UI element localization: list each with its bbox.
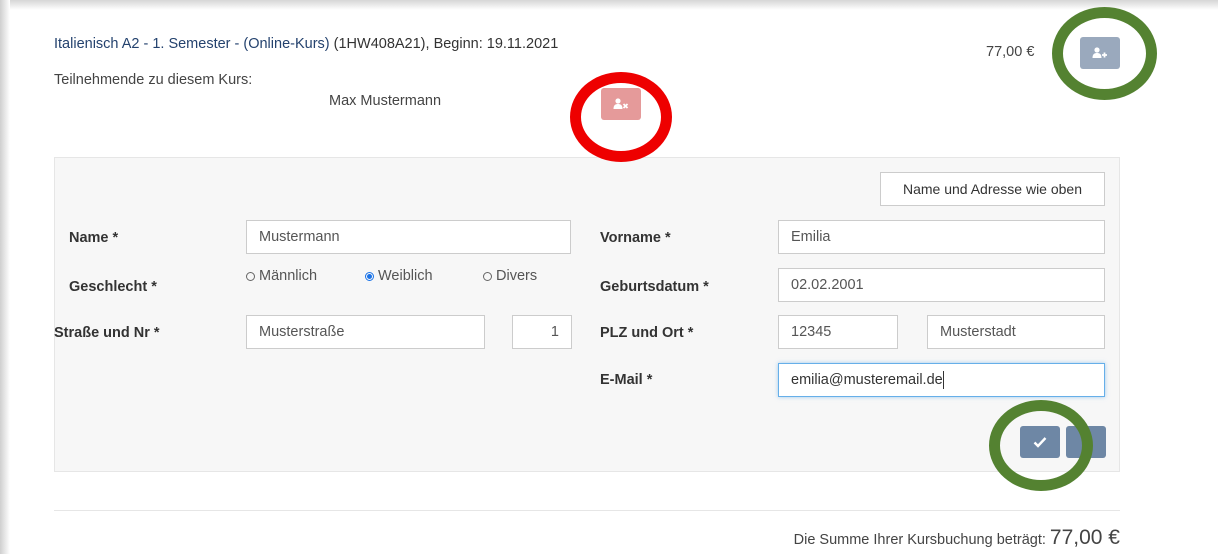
course-start: , Beginn: 19.11.2021 [425,36,559,52]
birthdate-field[interactable]: 02.02.2001 [778,268,1105,302]
course-code: (1HW408A21) [333,36,426,52]
user-add-icon [1092,47,1107,58]
check-icon [1033,437,1047,448]
booking-total-value: 77,00 € [1049,526,1120,549]
house-number-field[interactable]: 1 [512,315,572,349]
city-field[interactable]: Musterstadt [927,315,1105,349]
participant-name: Max Mustermann [329,93,442,109]
email-value: emilia@musteremail.de [791,372,943,388]
name-label: Name * [69,230,119,246]
more-icon [1084,435,1088,449]
zip-field[interactable]: 12345 [778,315,898,349]
radio-diverse[interactable] [483,271,492,281]
booking-total: Die Summe Ihrer Kursbuchung beträgt: 77,… [794,526,1120,550]
more-options-button[interactable] [1066,426,1106,458]
course-title-link[interactable]: Italienisch A2 - 1. Semester - (Online-K… [54,36,330,52]
gender-label: Geschlecht * [69,279,157,295]
user-remove-icon [613,98,629,109]
gender-option-label: Männlich [259,268,318,284]
radio-male[interactable] [246,271,255,281]
add-participant-button[interactable] [1080,37,1120,69]
copy-address-button[interactable]: Name und Adresse wie oben [880,172,1105,206]
frame-shadow [0,0,1218,10]
zip-city-label: PLZ und Ort * [600,325,694,341]
booking-total-label: Die Summe Ihrer Kursbuchung beträgt: [793,532,1046,548]
street-field[interactable]: Musterstraße [246,315,485,349]
email-label: E-Mail * [600,372,653,388]
street-label: Straße und Nr * [54,325,160,341]
birthdate-label: Geburtsdatum * [600,279,709,295]
frame-shadow [0,0,10,554]
firstname-label: Vorname * [600,230,671,246]
gender-option-diverse[interactable]: Divers [483,268,537,284]
participants-label: Teilnehmende zu diesem Kurs: [54,72,253,88]
course-price: 77,00 € [986,44,1035,60]
name-field[interactable]: Mustermann [246,220,571,254]
remove-participant-button[interactable] [601,88,641,120]
firstname-field[interactable]: Emilia [778,220,1105,254]
divider [54,510,1120,511]
gender-option-female[interactable]: Weiblich [365,268,433,284]
confirm-button[interactable] [1020,426,1060,458]
gender-option-label: Weiblich [378,268,433,284]
radio-female[interactable] [365,271,374,281]
gender-option-label: Divers [496,268,538,284]
gender-option-male[interactable]: Männlich [246,268,317,284]
email-field[interactable]: emilia@musteremail.de [778,363,1105,397]
text-caret [942,371,944,390]
course-header: Italienisch A2 - 1. Semester - (Online-K… [54,36,558,52]
